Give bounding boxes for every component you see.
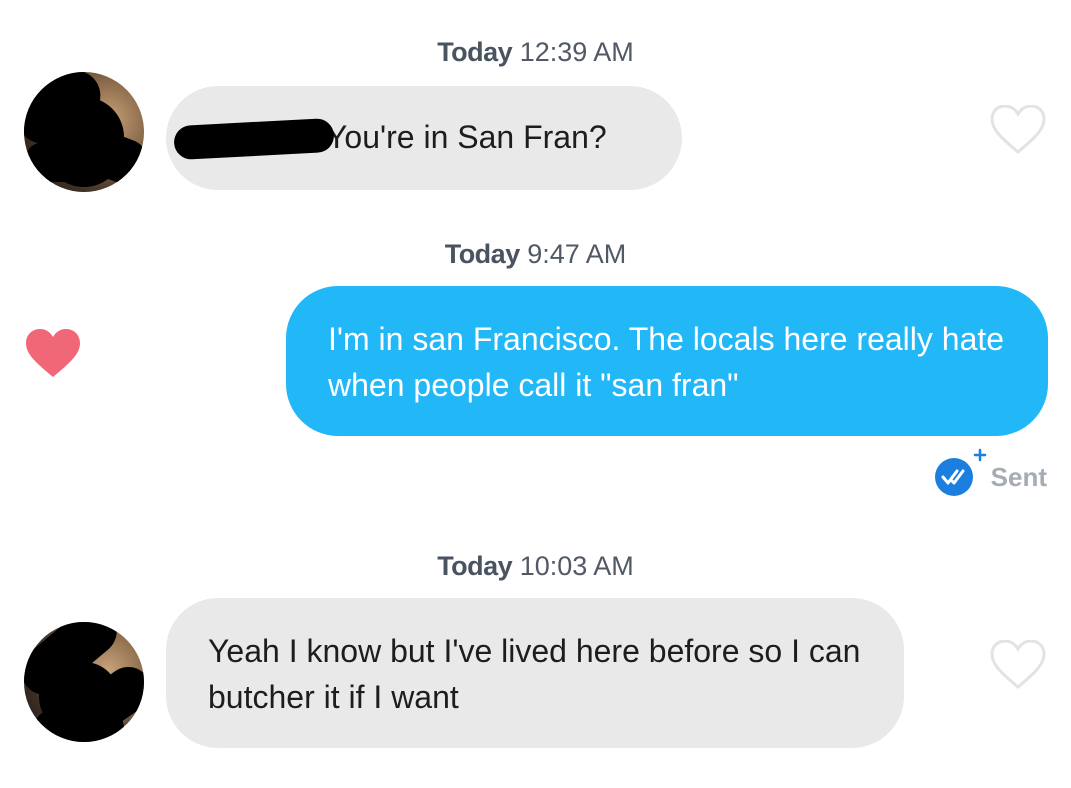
- plus-icon: [973, 448, 986, 462]
- avatar[interactable]: [24, 622, 144, 742]
- message-bubble[interactable]: Yeah I know but I've lived here before s…: [166, 598, 904, 748]
- heart-outline-icon[interactable]: [990, 640, 1046, 690]
- timestamp-time: 12:39 AM: [519, 37, 634, 67]
- message-timestamp: Today 9:47 AM: [0, 239, 1071, 270]
- timestamp-day: Today: [444, 239, 521, 269]
- message-text: You're in San Fran?: [326, 119, 607, 155]
- timestamp-day: Today: [437, 551, 513, 581]
- message-bubble[interactable]: You're in San Fran?: [166, 86, 682, 190]
- timestamp-time: 10:03 AM: [519, 551, 634, 581]
- sent-status: Sent: [934, 448, 1047, 496]
- timestamp-time: 9:47 AM: [527, 239, 627, 269]
- status-label: Sent: [990, 461, 1047, 492]
- heart-filled-icon[interactable]: [25, 329, 81, 379]
- timestamp-day: Today: [437, 37, 513, 67]
- double-check-icon: [934, 448, 986, 496]
- redaction-mark: [173, 117, 335, 161]
- message-text: I'm in san Francisco. The locals here re…: [328, 321, 1005, 403]
- message-timestamp: Today 10:03 AM: [0, 551, 1071, 582]
- avatar[interactable]: [24, 72, 144, 192]
- message-timestamp: Today 12:39 AM: [0, 37, 1071, 68]
- message-text: Yeah I know but I've lived here before s…: [208, 633, 861, 715]
- message-bubble[interactable]: I'm in san Francisco. The locals here re…: [286, 286, 1048, 436]
- heart-outline-icon[interactable]: [990, 105, 1046, 155]
